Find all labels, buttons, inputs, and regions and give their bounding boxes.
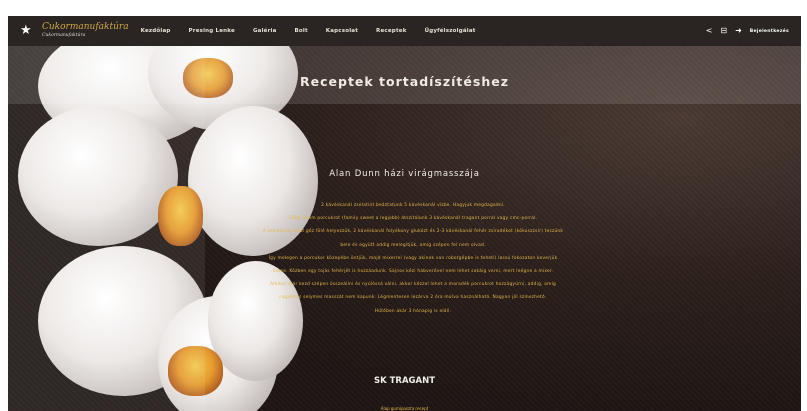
menu-item-gallery[interactable]: Galéria bbox=[253, 28, 277, 34]
nav-actions: < ⊟ ➜ Bejelentkezés bbox=[706, 27, 789, 35]
menu-item-customer-service[interactable]: Ügyfélszolgálat bbox=[425, 28, 476, 34]
main-menu: Kezdőlap Presing Lenke Galéria Bolt Kapc… bbox=[141, 28, 494, 34]
cart-icon[interactable]: ⊟ bbox=[720, 27, 727, 35]
menu-item-presing-lenke[interactable]: Presing Lenke bbox=[189, 28, 235, 34]
share-icon[interactable]: < bbox=[706, 27, 713, 35]
brand-title: Cukormanufaktúra bbox=[42, 22, 129, 33]
brand-subtitle: Cukormanufaktúra bbox=[42, 33, 86, 39]
login-link[interactable]: Bejelentkezés bbox=[750, 29, 789, 34]
recipe-title-2: SK TRAGANT bbox=[373, 376, 436, 386]
brand-logo[interactable]: Cukormanufaktúra Cukormanufaktúra bbox=[42, 23, 129, 39]
light-panel bbox=[8, 46, 205, 411]
menu-item-recipes[interactable]: Receptek bbox=[376, 28, 407, 34]
recipe-line: 500g finom porcukrot (family sweet a leg… bbox=[288, 216, 538, 222]
page-title: Receptek tortadíszítéshez bbox=[300, 74, 509, 89]
recipe-line: bele és együtt addig melegítjük, amíg sz… bbox=[340, 242, 486, 248]
recipe-line: Amikor már kezd szépen összeállni és nyú… bbox=[269, 282, 557, 288]
recipe-subtitle-2: Alap gumipaszta recept bbox=[380, 406, 429, 411]
menu-item-contact[interactable]: Kapcsolat bbox=[326, 28, 358, 34]
hero-section: Receptek tortadíszítéshez Alan Dunn házi… bbox=[8, 46, 801, 411]
recipe-title: Alan Dunn házi virágmasszája bbox=[329, 169, 480, 179]
recipe-line: Így melegen a porcukor közepébe öntjük, … bbox=[268, 255, 558, 261]
login-icon[interactable]: ➜ bbox=[735, 27, 742, 35]
star-logo-icon[interactable]: ★ bbox=[20, 24, 32, 37]
recipe-line: 2 kávéskanál zselatint beáztatunk 5 kávé… bbox=[321, 203, 505, 208]
recipe-line: össze. Közben egy tojás fehérjét is hozz… bbox=[272, 269, 554, 275]
recipe-body: 2 kávéskanál zselatint beáztatunk 5 kávé… bbox=[188, 199, 638, 318]
recipe-line: A zselatinos tálat gőz fölé helyezzük, 2… bbox=[262, 229, 564, 235]
menu-item-shop[interactable]: Bolt bbox=[295, 28, 308, 34]
top-navbar: ★ Cukormanufaktúra Cukormanufaktúra Kezd… bbox=[8, 16, 801, 46]
recipe-line: Hűtőben akár 3 hónapig is eláll. bbox=[374, 308, 452, 314]
page: ★ Cukormanufaktúra Cukormanufaktúra Kezd… bbox=[0, 0, 807, 411]
menu-item-home[interactable]: Kezdőlap bbox=[141, 28, 171, 34]
recipe-line: rugalmas selymes masszát nem kapunk. Lég… bbox=[279, 295, 547, 301]
